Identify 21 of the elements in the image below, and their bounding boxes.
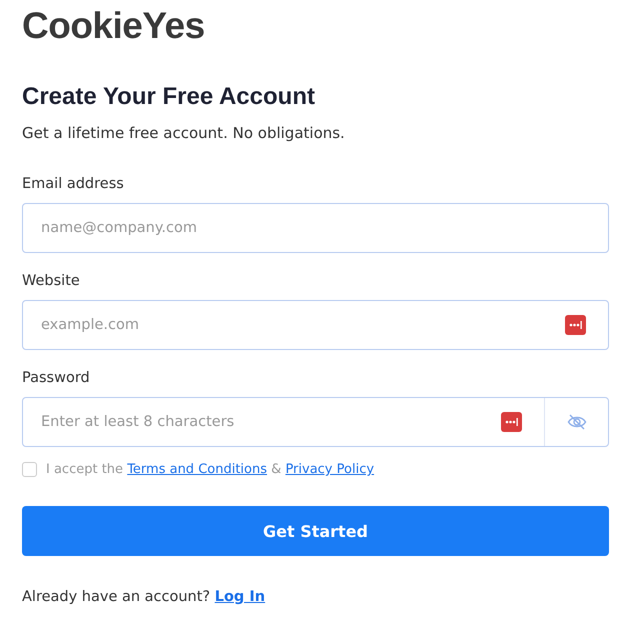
field-label: Password (22, 369, 91, 387)
input-field[interactable]: Enter at least 8 characters (39, 413, 501, 431)
input-field[interactable]: example.com (22, 300, 609, 350)
page-title: Create Your Free Account (22, 82, 316, 112)
password-manager-icon[interactable] (565, 315, 586, 335)
field-label: Website (22, 272, 81, 290)
password-manager-icon[interactable] (501, 412, 522, 432)
login-prompt: Already have an account? Log In (22, 589, 266, 605)
login-link[interactable]: Log In (214, 589, 266, 605)
checkbox[interactable] (22, 462, 37, 477)
consent-text: I accept the Terms and Conditions & Privacy Policy (46, 462, 374, 477)
input-field[interactable]: name@company.com (22, 203, 609, 253)
subtitle: Get a lifetime free account. No obligations. (22, 123, 346, 143)
input-field[interactable]: example.com (39, 316, 565, 334)
input-field[interactable]: name@company.com (39, 219, 608, 237)
logo: CookieYes (22, 4, 206, 48)
terms-link[interactable]: Terms and Conditions (127, 462, 268, 477)
field-label: Email address (22, 175, 125, 193)
input-field[interactable]: Enter at least 8 characters (22, 397, 609, 447)
privacy-link[interactable]: Privacy Policy (285, 462, 374, 477)
get-started-button[interactable]: Get Started (22, 506, 609, 556)
